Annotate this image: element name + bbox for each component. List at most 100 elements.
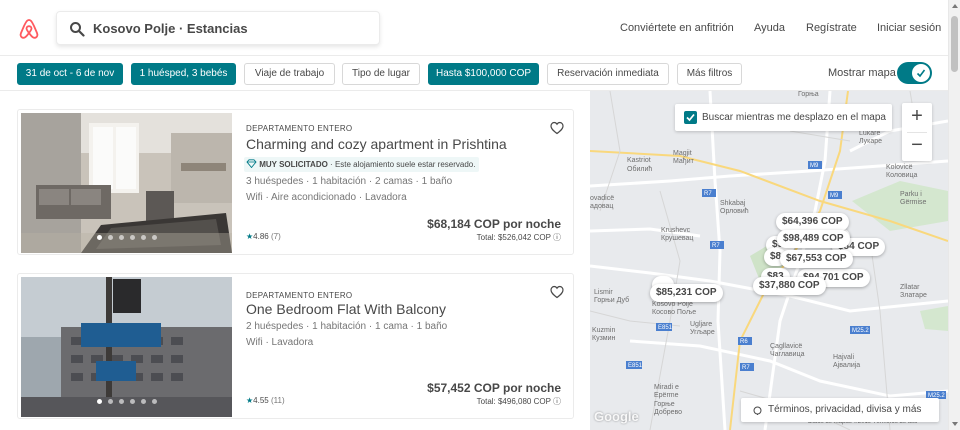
header: Kosovo Polje · Estancias Conviértete en … xyxy=(0,0,948,56)
listing-amenities: Wifi · Aire acondicionado · Lavadora xyxy=(246,192,407,203)
map-place: Ugljare xyxy=(690,321,713,328)
filter-place-type[interactable]: Tipo de lugar xyxy=(342,63,420,85)
map-place: Чаглавица xyxy=(770,351,805,358)
map-place: Крушевац xyxy=(661,235,694,242)
search-as-move-checkbox[interactable]: Buscar mientras me desplazo en el mapa xyxy=(675,104,892,131)
listing-rating: ★4.55 (11) xyxy=(246,396,285,405)
listing-card[interactable]: DEPARTAMENTO ENTERO One Bedroom Flat Wit… xyxy=(17,273,574,419)
map-place: Kosovo Polje xyxy=(652,301,693,308)
svg-text:E851: E851 xyxy=(628,363,643,369)
svg-text:M9: M9 xyxy=(830,193,839,199)
svg-text:M25.2: M25.2 xyxy=(852,328,869,334)
map-place: Добрево xyxy=(654,409,683,416)
map-place: Çagllavicë xyxy=(770,343,803,350)
rating-value: 4.55 xyxy=(253,396,269,405)
map-place: Кузмин xyxy=(592,335,616,342)
check-icon xyxy=(686,113,695,122)
scrollbar-thumb[interactable] xyxy=(951,16,958,72)
map-place: Kolovicë xyxy=(886,164,913,171)
info-icon[interactable]: ⓘ xyxy=(553,397,561,406)
map-place: Gërmise xyxy=(900,199,927,206)
filter-dates[interactable]: 31 de oct - 6 de nov xyxy=(17,63,123,85)
listing-price: $68,184 COP por noche xyxy=(427,217,561,231)
heart-icon[interactable] xyxy=(550,121,564,135)
svg-text:R6: R6 xyxy=(740,339,748,345)
nav-help[interactable]: Ayuda xyxy=(754,22,785,34)
map-place: Parku i xyxy=(900,191,922,198)
map-place: Kuzmin xyxy=(592,327,616,334)
listing-price: $57,452 COP por noche xyxy=(427,381,561,395)
map-place: Мађит xyxy=(673,158,694,165)
scroll-down-arrow-icon[interactable] xyxy=(952,422,958,426)
zoom-out-button[interactable]: − xyxy=(902,132,932,161)
filter-instant-book[interactable]: Reservación inmediata xyxy=(547,63,669,85)
airbnb-logo-icon[interactable] xyxy=(17,17,41,41)
badge-strong: MUY SOLICITADO xyxy=(259,160,328,169)
photo-dots[interactable] xyxy=(21,227,232,245)
price-pin[interactable]: $64,396 COP xyxy=(776,213,849,231)
listing-total: Total: $496,080 COP ⓘ xyxy=(477,396,561,407)
filter-work-trip[interactable]: Viaje de trabajo xyxy=(244,63,335,85)
listing-card[interactable]: DEPARTAMENTO ENTERO Charming and cozy ap… xyxy=(17,109,574,255)
price-pin[interactable]: $85,231 COP xyxy=(650,284,723,302)
scroll-up-arrow-icon[interactable] xyxy=(952,4,958,8)
show-map-toggle[interactable] xyxy=(897,62,932,84)
photo-dots[interactable] xyxy=(21,391,232,409)
google-logo: Google xyxy=(594,409,639,424)
map-place: Epërme xyxy=(654,392,679,399)
search-input[interactable]: Kosovo Polje · Estancias xyxy=(56,11,380,45)
svg-text:R7: R7 xyxy=(742,365,750,371)
check-icon xyxy=(916,69,926,78)
listing-amenities: Wifi · Lavadora xyxy=(246,337,314,348)
rating-value: 4.86 xyxy=(253,232,269,241)
info-icon[interactable]: ⓘ xyxy=(553,233,561,242)
map-place: Горња xyxy=(798,91,819,98)
svg-text:R7: R7 xyxy=(712,243,720,249)
search-icon xyxy=(70,22,85,37)
nav-sign-up[interactable]: Regístrate xyxy=(806,22,857,34)
map-place: Горњи Дуб xyxy=(594,297,630,304)
price-pin[interactable]: $98,489 COP xyxy=(777,230,850,248)
map-place: Miradi e xyxy=(654,384,679,391)
filter-bar: 31 de oct - 6 de nov 1 huésped, 3 bebés … xyxy=(0,56,948,91)
map[interactable]: M9 M9 R7 R7 M25.2 M25.2 E851 E851 R6 R7 … xyxy=(590,91,948,430)
terms-button[interactable]: Términos, privacidad, divisa y más xyxy=(741,398,939,422)
nav-log-in[interactable]: Iniciar sesión xyxy=(877,22,941,34)
listing-details: 3 huéspedes · 1 habitación · 2 camas · 1… xyxy=(246,176,453,187)
map-place: Lukare xyxy=(859,130,881,137)
map-place: Златаре xyxy=(900,292,927,299)
diamond-icon xyxy=(246,159,257,169)
price-pin[interactable]: $67,553 COP xyxy=(780,250,853,268)
map-place: Косово Поље xyxy=(652,309,697,316)
svg-text:R7: R7 xyxy=(704,191,712,197)
review-count: (11) xyxy=(270,396,285,405)
map-place: Kastriot xyxy=(627,157,651,164)
listing-photo[interactable] xyxy=(21,113,232,253)
map-place: Горње xyxy=(654,401,675,408)
listing-title[interactable]: One Bedroom Flat With Balcony xyxy=(246,301,446,317)
map-place: Коловица xyxy=(886,172,918,179)
page-scrollbar[interactable] xyxy=(948,0,960,430)
zoom-in-button[interactable]: + xyxy=(902,103,932,132)
map-place: Shkabaj xyxy=(720,200,746,207)
map-place: ovadicë адовац xyxy=(590,195,615,210)
nav-become-host[interactable]: Conviértete en anfitrión xyxy=(620,22,734,34)
listing-photo[interactable] xyxy=(21,277,232,417)
heart-icon[interactable] xyxy=(550,285,564,299)
map-place: Орловић xyxy=(720,208,749,215)
total-text: Total: $496,080 COP xyxy=(476,397,551,406)
zoom-controls: + − xyxy=(902,103,932,161)
filter-guests[interactable]: 1 huésped, 3 bebés xyxy=(131,63,236,85)
terms-label: Términos, privacidad, divisa y más xyxy=(768,404,922,415)
price-pin[interactable]: $37,880 COP xyxy=(753,277,826,295)
svg-text:M9: M9 xyxy=(810,163,819,169)
map-place: Lismir xyxy=(594,289,613,296)
filter-more[interactable]: Más filtros xyxy=(677,63,742,85)
toggle-knob xyxy=(912,64,930,82)
map-place: Обилић xyxy=(627,166,653,173)
svg-text:E851: E851 xyxy=(658,325,673,331)
filter-price[interactable]: Hasta $100,000 COP xyxy=(428,63,539,85)
listing-title[interactable]: Charming and cozy apartment in Prishtina xyxy=(246,136,507,152)
globe-icon xyxy=(753,406,762,415)
checkbox-checked[interactable] xyxy=(684,111,697,124)
